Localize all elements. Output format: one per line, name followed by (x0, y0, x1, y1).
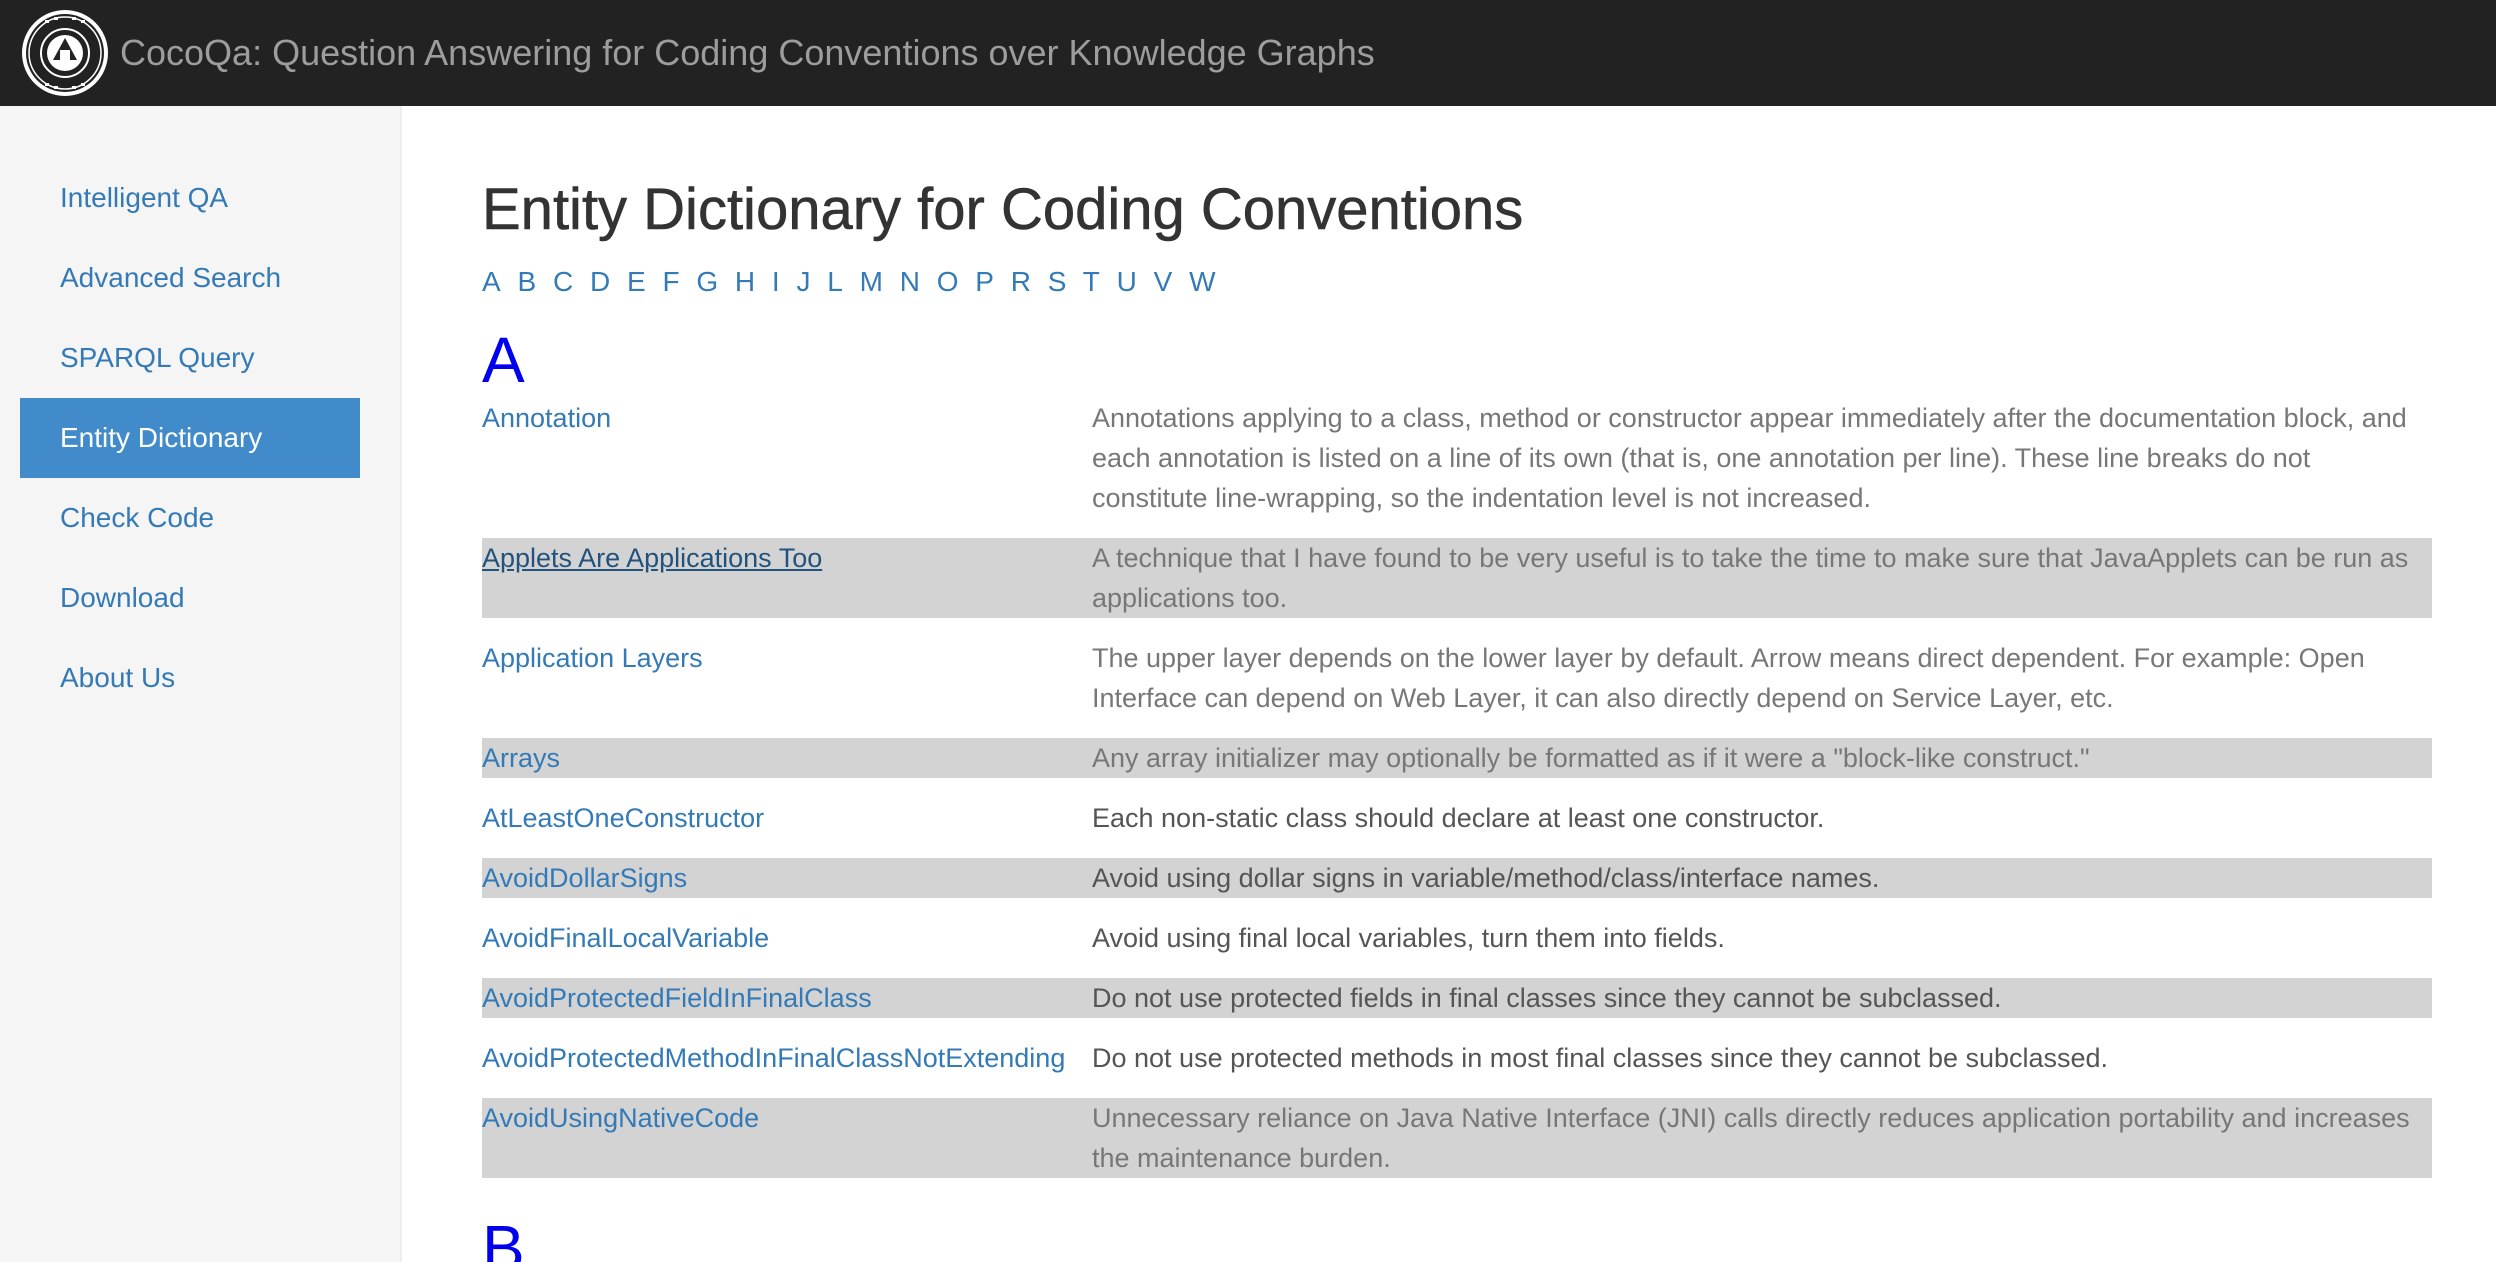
sidebar-item-check-code[interactable]: Check Code (20, 478, 360, 558)
alpha-link[interactable]: D (590, 266, 610, 297)
alpha-link[interactable]: N (900, 266, 920, 297)
entity-table: Annotation Annotations applying to a cla… (482, 398, 2432, 1178)
entity-description: Each non-static class should declare at … (1092, 803, 1825, 833)
sidebar-item-entity-dictionary[interactable]: Entity Dictionary (20, 398, 360, 478)
table-row: Annotation Annotations applying to a cla… (482, 398, 2432, 518)
university-seal-icon[interactable] (20, 8, 110, 98)
entity-description: Annotations applying to a class, method … (1092, 403, 2407, 513)
alpha-link[interactable]: R (1011, 266, 1031, 297)
alpha-link[interactable]: F (662, 266, 679, 297)
entity-description: Any array initializer may optionally be … (1092, 743, 2090, 773)
entity-description: Do not use protected fields in final cla… (1092, 983, 2002, 1013)
top-navbar: CocoQa: Question Answering for Coding Co… (0, 0, 2496, 106)
alpha-link[interactable]: L (827, 266, 843, 297)
entity-description: Avoid using dollar signs in variable/met… (1092, 863, 1880, 893)
entity-link[interactable]: AvoidFinalLocalVariable (482, 918, 1092, 958)
section-heading-b: B (482, 1212, 525, 1262)
table-row: AvoidProtectedMethodInFinalClassNotExten… (482, 1038, 2432, 1078)
alpha-link[interactable]: C (553, 266, 573, 297)
table-row: AvoidFinalLocalVariable Avoid using fina… (482, 918, 2432, 958)
alpha-link[interactable]: O (937, 266, 959, 297)
table-row: Applets Are Applications Too A technique… (482, 538, 2432, 618)
entity-link[interactable]: AvoidProtectedMethodInFinalClassNotExten… (482, 1038, 1092, 1078)
alpha-link[interactable]: W (1189, 266, 1215, 297)
entity-description: Do not use protected methods in most fin… (1092, 1043, 2109, 1073)
alpha-link[interactable]: M (860, 266, 883, 297)
sidebar-item-advanced-search[interactable]: Advanced Search (20, 238, 360, 318)
entity-link[interactable]: Annotation (482, 398, 1092, 518)
alpha-link[interactable]: G (696, 266, 718, 297)
entity-link[interactable]: AvoidProtectedFieldInFinalClass (482, 978, 1092, 1018)
entity-link[interactable]: Arrays (482, 738, 1092, 778)
alpha-link[interactable]: J (796, 266, 810, 297)
alpha-link[interactable]: I (772, 266, 780, 297)
sidebar-item-download[interactable]: Download (20, 558, 360, 638)
entity-description: Unnecessary reliance on Java Native Inte… (1092, 1103, 2410, 1173)
alpha-link[interactable]: T (1083, 266, 1100, 297)
entity-link[interactable]: AvoidDollarSigns (482, 858, 1092, 898)
entity-description: The upper layer depends on the lower lay… (1092, 643, 2365, 713)
entity-description: Avoid using final local variables, turn … (1092, 923, 1725, 953)
alpha-link[interactable]: P (975, 266, 994, 297)
table-row: Application Layers The upper layer depen… (482, 638, 2432, 718)
alpha-link[interactable]: S (1048, 266, 1067, 297)
alpha-link[interactable]: B (517, 266, 536, 297)
main-content: Entity Dictionary for Coding Conventions… (482, 106, 2432, 1262)
alpha-link[interactable]: A (482, 266, 501, 297)
entity-link[interactable]: Applets Are Applications Too (482, 538, 1092, 618)
alpha-link[interactable]: H (735, 266, 755, 297)
table-row: Arrays Any array initializer may optiona… (482, 738, 2432, 778)
app-title[interactable]: CocoQa: Question Answering for Coding Co… (120, 32, 1375, 74)
entity-link[interactable]: AtLeastOneConstructor (482, 798, 1092, 838)
table-row: AvoidUsingNativeCode Unnecessary relianc… (482, 1098, 2432, 1178)
section-heading-a: A (482, 324, 525, 396)
alpha-link[interactable]: V (1154, 266, 1173, 297)
entity-link[interactable]: AvoidUsingNativeCode (482, 1098, 1092, 1178)
table-row: AvoidProtectedFieldInFinalClass Do not u… (482, 978, 2432, 1018)
alphabet-index: A B C D E F G H I J L M N O P R S T U V … (482, 266, 1225, 298)
sidebar-nav: Intelligent QA Advanced Search SPARQL Qu… (0, 106, 400, 718)
alpha-link[interactable]: E (627, 266, 646, 297)
alpha-link[interactable]: U (1117, 266, 1137, 297)
page-title: Entity Dictionary for Coding Conventions (482, 177, 1524, 243)
table-row: AvoidDollarSigns Avoid using dollar sign… (482, 858, 2432, 898)
entity-description: A technique that I have found to be very… (1092, 543, 2409, 613)
sidebar-item-sparql-query[interactable]: SPARQL Query (20, 318, 360, 398)
entity-link[interactable]: Application Layers (482, 638, 1092, 718)
sidebar: Intelligent QA Advanced Search SPARQL Qu… (0, 106, 402, 1262)
sidebar-item-about-us[interactable]: About Us (20, 638, 360, 718)
table-row: AtLeastOneConstructor Each non-static cl… (482, 798, 2432, 838)
sidebar-item-intelligent-qa[interactable]: Intelligent QA (20, 158, 360, 238)
